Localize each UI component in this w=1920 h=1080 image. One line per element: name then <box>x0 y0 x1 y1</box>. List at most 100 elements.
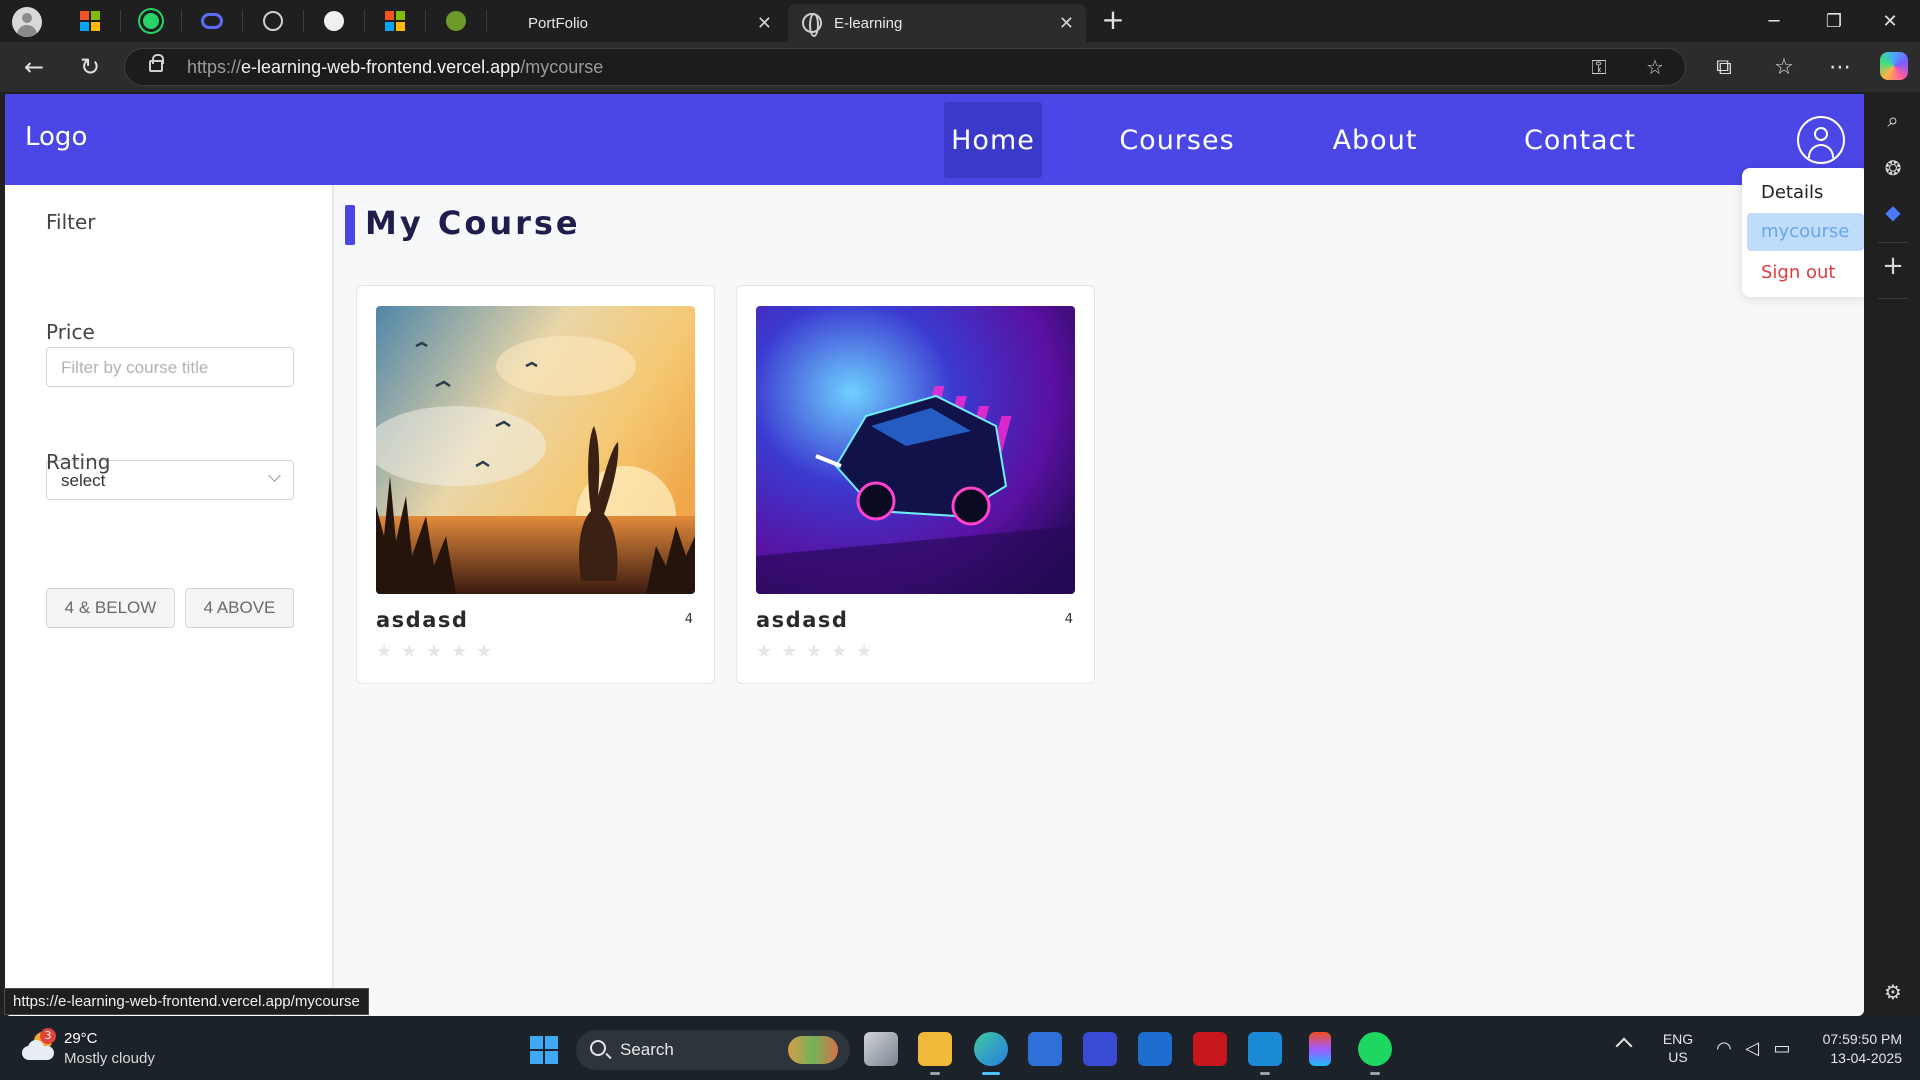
vscode-icon[interactable] <box>1248 1032 1282 1075</box>
settings-gear-icon[interactable]: ⚙ <box>1879 978 1907 1006</box>
course-card[interactable]: asdasd 4 ★ ★ ★ ★ ★ <box>736 285 1095 684</box>
wifi-icon[interactable]: ◠ <box>1712 1038 1736 1059</box>
site-logo[interactable]: Logo <box>25 122 87 152</box>
close-tab-icon[interactable]: ✕ <box>757 13 772 34</box>
pinned-tab-web[interactable] <box>243 6 303 36</box>
star-rating: ★ ★ ★ ★ ★ <box>376 643 494 661</box>
search-label: Search <box>620 1040 674 1059</box>
taskbar-search[interactable]: Search <box>576 1030 850 1070</box>
back-arrow-icon[interactable]: ← <box>18 52 50 84</box>
page-viewport: Logo Home Courses About Contact Filter F… <box>5 94 1864 1016</box>
pinned-tab-microsoft[interactable] <box>60 6 120 36</box>
windows-start-icon[interactable] <box>530 1036 558 1064</box>
browser-tab-strip: PortFolio ✕ E-learning ✕ + ─ ❐ ✕ <box>0 0 1920 42</box>
user-profile-icon[interactable] <box>1797 116 1845 164</box>
star-icon: ★ <box>781 641 798 662</box>
search-icon <box>590 1040 606 1056</box>
course-card[interactable]: asdasd 4 ★ ★ ★ ★ ★ <box>356 285 715 684</box>
windows-taskbar: 3 29°C Mostly cloudy Search ENG US ◠ ◁ ▭… <box>0 1016 1920 1080</box>
nav-contact[interactable]: Contact <box>1505 102 1655 178</box>
star-rating: ★ ★ ★ ★ ★ <box>756 643 874 661</box>
add-icon[interactable]: + <box>1879 252 1907 280</box>
sidebar-divider <box>1878 242 1908 243</box>
app-tab-icon <box>201 13 223 29</box>
tab-portfolio[interactable]: PortFolio ✕ <box>500 4 784 42</box>
key-icon[interactable]: ⚿ <box>1585 55 1613 81</box>
search-icon[interactable]: ⌕ <box>1879 106 1907 134</box>
star-icon: ★ <box>856 641 873 662</box>
star-icon: ★ <box>376 641 393 662</box>
more-menu-icon[interactable]: ⋯ <box>1824 52 1856 84</box>
edge-browser-icon[interactable] <box>974 1032 1008 1075</box>
edge-sidebar: ⌕ ❂ ◆ + ⚙ <box>1866 92 1920 1016</box>
course-rating: 4 <box>684 612 693 627</box>
nav-home[interactable]: Home <box>944 102 1042 178</box>
spotify-icon[interactable] <box>1358 1032 1392 1075</box>
tray-chevron-up-icon[interactable] <box>1615 1037 1633 1055</box>
pinned-tab-whatsapp[interactable] <box>121 6 181 36</box>
file-explorer-icon[interactable] <box>918 1032 952 1075</box>
close-tab-icon[interactable]: ✕ <box>1059 13 1074 34</box>
star-icon: ★ <box>476 641 493 662</box>
github-icon <box>324 11 344 31</box>
menu-item-mycourse[interactable]: mycourse <box>1747 213 1864 251</box>
restore-button[interactable]: ❐ <box>1806 0 1862 42</box>
rating-label: Rating <box>46 450 111 474</box>
chatgpt-icon[interactable]: ❂ <box>1879 154 1907 182</box>
favorites-icon[interactable]: ☆ <box>1768 52 1800 84</box>
status-url-tooltip: https://e-learning-web-frontend.vercel.a… <box>4 988 369 1015</box>
pinned-tab-game[interactable] <box>426 6 486 36</box>
microsoft-logo-icon <box>385 11 405 31</box>
url-text[interactable]: https://e-learning-web-frontend.vercel.a… <box>187 57 603 78</box>
rating-4-below-button[interactable]: 4 & BELOW <box>46 588 175 628</box>
neon-car-image <box>756 306 1075 594</box>
nav-about[interactable]: About <box>1319 102 1431 178</box>
favorite-star-icon[interactable]: ☆ <box>1641 55 1669 81</box>
microsoft-store-icon[interactable] <box>1028 1032 1062 1066</box>
pinned-tab-microsoft-2[interactable] <box>365 6 425 36</box>
pinned-tab-app[interactable] <box>182 6 242 36</box>
address-bar[interactable]: https://e-learning-web-frontend.vercel.a… <box>124 48 1686 86</box>
menu-item-details[interactable]: Details <box>1747 174 1864 212</box>
microsoft-logo-icon <box>80 11 100 31</box>
outlook-icon[interactable] <box>1138 1032 1172 1066</box>
task-view-icon[interactable] <box>864 1032 898 1066</box>
weather-temperature: 29°C <box>64 1030 98 1047</box>
refresh-icon[interactable]: ↻ <box>74 52 106 84</box>
star-icon: ★ <box>756 641 773 662</box>
app-icon[interactable] <box>1083 1032 1117 1066</box>
close-window-button[interactable]: ✕ <box>1862 0 1918 42</box>
price-label: Price <box>46 320 95 344</box>
rating-4-above-button[interactable]: 4 ABOVE <box>185 588 294 628</box>
chevron-down-icon <box>268 469 281 482</box>
copilot-icon[interactable] <box>1880 52 1908 80</box>
extensions-icon[interactable]: ⧉ <box>1708 52 1740 84</box>
profile-avatar[interactable] <box>12 7 42 37</box>
mcafee-icon[interactable] <box>1193 1032 1227 1066</box>
menu-item-sign-out[interactable]: Sign out <box>1747 254 1864 292</box>
globe-icon <box>263 11 283 31</box>
title-accent-bar <box>345 205 355 245</box>
battery-icon[interactable]: ▭ <box>1770 1038 1794 1059</box>
volume-icon[interactable]: ◁ <box>1740 1038 1764 1059</box>
keyboard-region: US <box>1668 1049 1688 1065</box>
tab-divider <box>486 10 487 32</box>
course-thumbnail <box>756 306 1075 594</box>
sidebar-divider <box>1878 298 1908 299</box>
tab-title: PortFolio <box>528 14 589 32</box>
system-clock[interactable]: 07:59:50 PM 13-04-2025 <box>1806 1030 1902 1068</box>
game-icon <box>446 11 466 31</box>
nav-courses[interactable]: Courses <box>1111 102 1243 178</box>
weather-widget[interactable]: 3 29°C Mostly cloudy <box>22 1028 202 1070</box>
minimize-button[interactable]: ─ <box>1746 0 1802 42</box>
filter-label: Filter <box>46 210 96 234</box>
language-indicator[interactable]: ENG US <box>1660 1030 1696 1066</box>
pinned-tab-github[interactable] <box>304 6 364 36</box>
figma-icon[interactable] <box>1309 1032 1331 1066</box>
app-diamond-icon[interactable]: ◆ <box>1879 198 1907 226</box>
course-title: asdasd <box>756 608 849 632</box>
new-tab-button[interactable]: + <box>1098 6 1128 36</box>
filter-title-input[interactable]: Filter by course title <box>46 347 294 387</box>
tab-e-learning[interactable]: E-learning ✕ <box>788 4 1086 42</box>
language-code: ENG <box>1662 1031 1694 1047</box>
